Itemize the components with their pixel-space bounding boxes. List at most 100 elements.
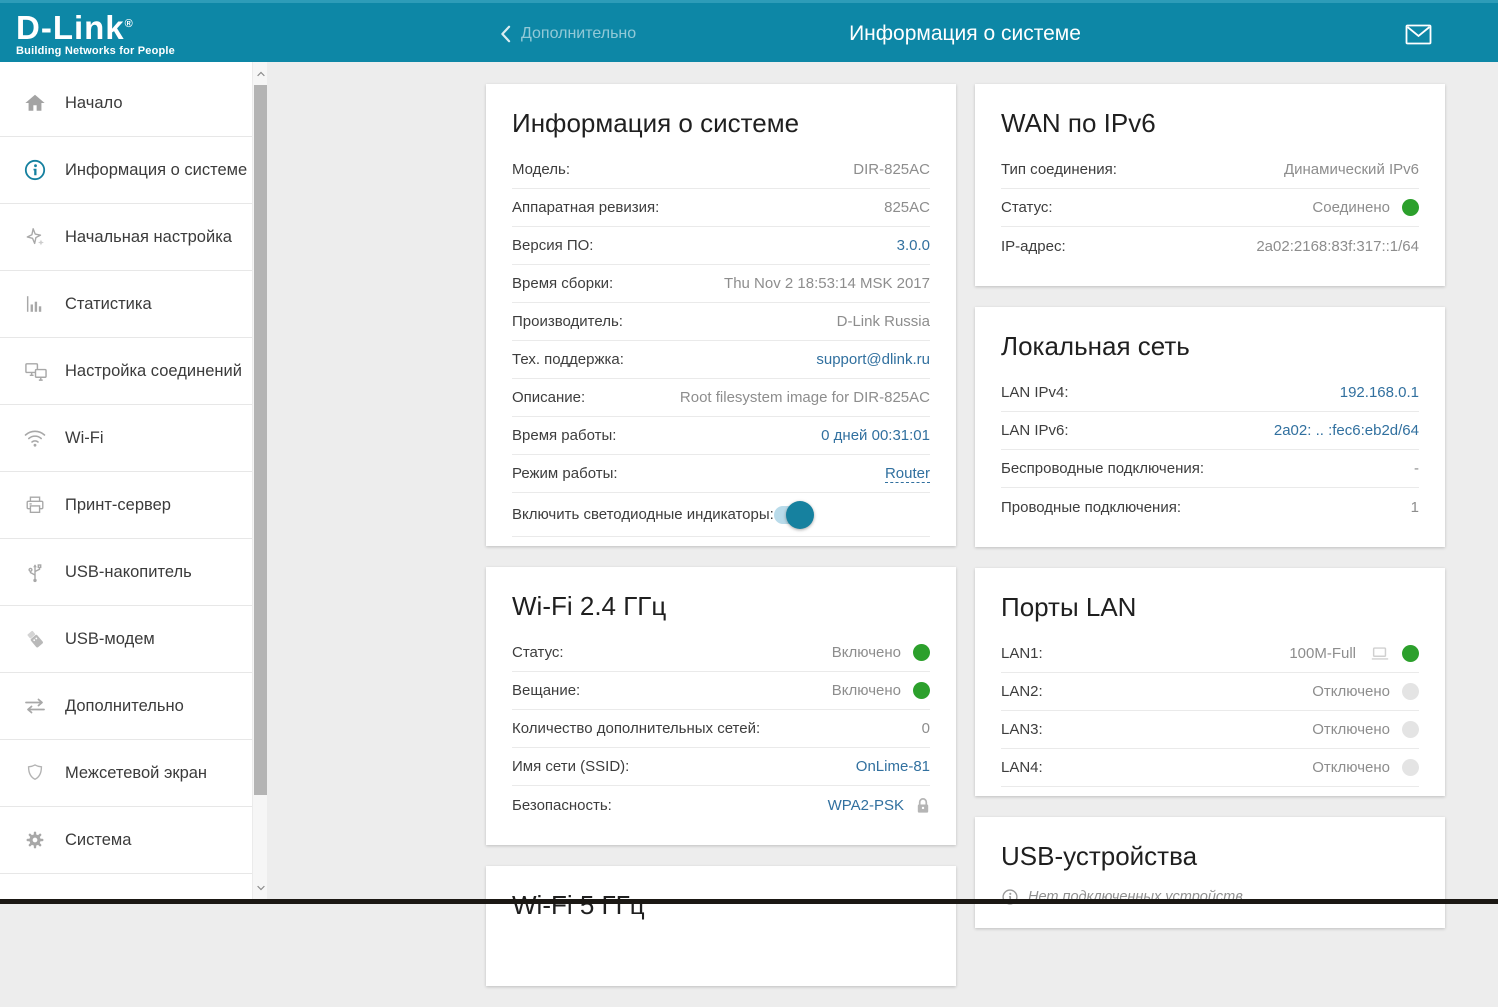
sidebar-nav: Начало Информация о системе Начальная на… bbox=[0, 70, 252, 874]
right-column: WAN по IPv6 Тип соединения: Динамический… bbox=[975, 84, 1445, 949]
toggle-knob bbox=[786, 501, 814, 529]
row-value: Root filesystem image for DIR-825AC bbox=[680, 389, 930, 406]
firmware-version-link[interactable]: 3.0.0 bbox=[897, 237, 930, 254]
work-mode-link[interactable]: Router bbox=[885, 465, 930, 483]
info-row: Версия ПО: 3.0.0 bbox=[512, 227, 930, 265]
scroll-up-icon[interactable] bbox=[253, 66, 268, 81]
sidebar-item-print-server[interactable]: Принт-сервер bbox=[0, 472, 252, 539]
row-label: Тип соединения: bbox=[1001, 161, 1117, 178]
scroll-down-icon[interactable] bbox=[253, 880, 268, 895]
card-lan-ports: Порты LAN LAN1: 100M-Full LAN2: Отключен… bbox=[975, 568, 1445, 796]
card-system-info: Информация о системе Модель: DIR-825AC А… bbox=[486, 84, 956, 546]
row-label: Вещание: bbox=[512, 682, 580, 699]
card-wan-ipv6: WAN по IPv6 Тип соединения: Динамический… bbox=[975, 84, 1445, 286]
status-dot-on bbox=[1402, 199, 1419, 216]
sidebar-item-firewall[interactable]: Межсетевой экран bbox=[0, 740, 252, 807]
connections-icon bbox=[22, 360, 48, 383]
sidebar-item-system-info[interactable]: Информация о системе bbox=[0, 137, 252, 204]
shield-icon bbox=[22, 762, 48, 784]
usb-icon bbox=[22, 560, 48, 584]
row-value: 1 bbox=[1411, 499, 1419, 516]
main-content: Информация о системе Модель: DIR-825AC А… bbox=[267, 62, 1498, 904]
chevron-left-icon bbox=[500, 25, 511, 43]
row-label: LAN2: bbox=[1001, 683, 1043, 700]
row-value: Включено bbox=[832, 682, 901, 699]
info-row: Имя сети (SSID): OnLime-81 bbox=[512, 748, 930, 786]
status-dot-on bbox=[1402, 645, 1419, 662]
info-row: LAN IPv4: 192.168.0.1 bbox=[1001, 374, 1419, 412]
card-wifi-5: Wi-Fi 5 ГГц bbox=[486, 866, 956, 986]
lan-ipv4-link[interactable]: 192.168.0.1 bbox=[1340, 384, 1419, 401]
card-title: Информация о системе bbox=[512, 84, 930, 151]
left-column: Информация о системе Модель: DIR-825AC А… bbox=[486, 84, 956, 1007]
status-dot-on bbox=[913, 644, 930, 661]
sidebar-item-system[interactable]: Система bbox=[0, 807, 252, 874]
sidebar-item-label: Межсетевой экран bbox=[65, 764, 207, 783]
sidebar-item-label: Настройка соединений bbox=[65, 362, 242, 381]
sidebar-item-home[interactable]: Начало bbox=[0, 70, 252, 137]
ssid-link[interactable]: OnLime-81 bbox=[856, 758, 930, 775]
info-row: Статус: Соединено bbox=[1001, 189, 1419, 227]
support-email-link[interactable]: support@dlink.ru bbox=[816, 351, 930, 368]
back-link-label: Дополнительно bbox=[521, 25, 636, 43]
row-value: D-Link Russia bbox=[837, 313, 930, 330]
status-dot-off bbox=[1402, 683, 1419, 700]
row-label: Тех. поддержка: bbox=[512, 351, 624, 368]
sidebar-item-usb-modem[interactable]: USB-модем bbox=[0, 606, 252, 673]
info-row: Вещание: Включено bbox=[512, 672, 930, 710]
info-row: Режим работы: Router bbox=[512, 455, 930, 493]
page-title: Информация о системе bbox=[849, 3, 1081, 65]
info-row: Описание: Root filesystem image for DIR-… bbox=[512, 379, 930, 417]
row-label: Производитель: bbox=[512, 313, 623, 330]
row-label: Время сборки: bbox=[512, 275, 613, 292]
sidebar-item-label: Дополнительно bbox=[65, 697, 184, 716]
sidebar-item-connections-setup[interactable]: Настройка соединений bbox=[0, 338, 252, 405]
row-value: Включено bbox=[832, 644, 901, 661]
back-link-additional[interactable]: Дополнительно bbox=[500, 3, 636, 65]
led-indicators-toggle[interactable] bbox=[774, 506, 808, 524]
sidebar-item-label: Информация о системе bbox=[65, 161, 247, 180]
row-label: Время работы: bbox=[512, 427, 616, 444]
row-value: Отключено bbox=[1312, 759, 1390, 776]
sidebar-item-initial-setup[interactable]: Начальная настройка bbox=[0, 204, 252, 271]
mail-icon[interactable] bbox=[1405, 3, 1432, 65]
info-row: Количество дополнительных сетей: 0 bbox=[512, 710, 930, 748]
transfer-arrows-icon bbox=[22, 696, 48, 716]
sidebar-item-usb-storage[interactable]: USB-накопитель bbox=[0, 539, 252, 606]
sidebar-item-label: Статистика bbox=[65, 295, 152, 314]
home-icon bbox=[22, 92, 48, 114]
card-title: WAN по IPv6 bbox=[1001, 84, 1419, 151]
info-row: LAN IPv6: 2a02: .. :fec6:eb2d/64 bbox=[1001, 412, 1419, 450]
status-dot-off bbox=[1402, 759, 1419, 776]
row-label: Модель: bbox=[512, 161, 570, 178]
card-title: Локальная сеть bbox=[1001, 307, 1419, 374]
info-row: Беспроводные подключения: - bbox=[1001, 450, 1419, 488]
info-row: Время сборки: Thu Nov 2 18:53:14 MSK 201… bbox=[512, 265, 930, 303]
sidebar-scrollbar-thumb[interactable] bbox=[254, 85, 267, 795]
logo-tagline: Building Networks for People bbox=[16, 45, 256, 57]
info-row: Статус: Включено bbox=[512, 634, 930, 672]
info-row: Проводные подключения: 1 bbox=[1001, 488, 1419, 526]
sidebar-item-label: USB-накопитель bbox=[65, 563, 192, 582]
lan-ipv6-link[interactable]: 2a02: .. :fec6:eb2d/64 bbox=[1274, 422, 1419, 439]
row-label: Количество дополнительных сетей: bbox=[512, 720, 760, 737]
row-label: Безопасность: bbox=[512, 797, 612, 814]
sidebar-item-statistics[interactable]: Статистика bbox=[0, 271, 252, 338]
sidebar-item-additional[interactable]: Дополнительно bbox=[0, 673, 252, 740]
row-label: Статус: bbox=[512, 644, 564, 661]
row-value: Соединено bbox=[1312, 199, 1390, 216]
security-link[interactable]: WPA2-PSK bbox=[828, 797, 904, 814]
lock-icon bbox=[916, 797, 930, 814]
row-value: Отключено bbox=[1312, 683, 1390, 700]
usb-empty-note: Нет подключенных устройств bbox=[1001, 884, 1419, 928]
sidebar: Начало Информация о системе Начальная на… bbox=[0, 62, 267, 899]
card-title: Порты LAN bbox=[1001, 568, 1419, 635]
app-header: D-Link® Building Networks for People Доп… bbox=[0, 0, 1498, 62]
card-usb-devices: USB-устройства Нет подключенных устройст… bbox=[975, 817, 1445, 928]
uptime-value[interactable]: 0 дней 00:31:01 bbox=[821, 427, 930, 444]
sidebar-scrollbar[interactable] bbox=[252, 62, 267, 899]
sidebar-item-wifi[interactable]: Wi-Fi bbox=[0, 405, 252, 472]
info-row: Включить светодиодные индикаторы: bbox=[512, 493, 930, 537]
row-value: - bbox=[1414, 460, 1419, 477]
row-label: Описание: bbox=[512, 389, 585, 406]
